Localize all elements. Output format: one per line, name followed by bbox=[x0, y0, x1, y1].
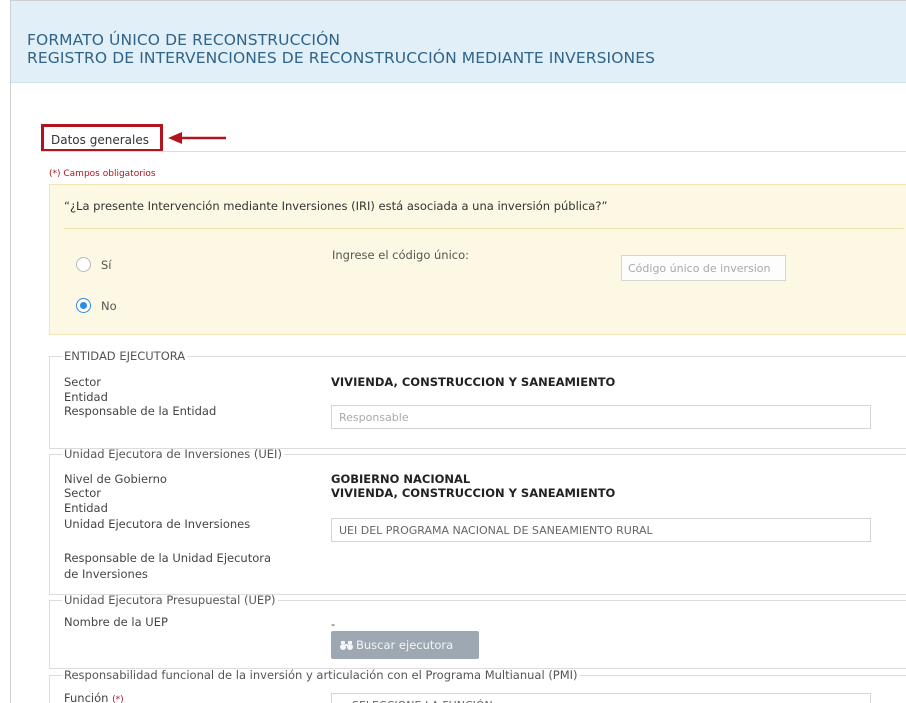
ee-sector-value: VIVIENDA, CONSTRUCCION Y SANEAMIENTO bbox=[331, 375, 616, 389]
iri-question-text: “¿La presente Intervención mediante Inve… bbox=[64, 199, 608, 213]
required-fields-note: (*) Campos obligatorios bbox=[49, 169, 156, 179]
funcion-label-text: Función bbox=[64, 691, 109, 703]
funcion-required-mark: (*) bbox=[112, 695, 124, 703]
uei-unidad-label: Unidad Ejecutora de Inversiones bbox=[64, 517, 251, 531]
arrow-pointer-icon bbox=[168, 132, 226, 144]
radio-option-si[interactable]: Sí bbox=[76, 257, 112, 272]
codigo-unico-input[interactable]: Código único de inversion bbox=[621, 255, 786, 281]
radio-si-label: Sí bbox=[101, 257, 112, 272]
iri-question-panel: “¿La presente Intervención mediante Inve… bbox=[49, 184, 906, 335]
codigo-unico-label: Ingrese el código único: bbox=[332, 248, 470, 262]
responsabilidad-funcional-legend: Responsabilidad funcional de la inversió… bbox=[64, 668, 578, 682]
ee-responsable-input[interactable]: Responsable bbox=[331, 405, 871, 429]
uep-nombre-value: - bbox=[331, 617, 336, 631]
page-header: FORMATO ÚNICO DE RECONSTRUCCIÓN REGISTRO… bbox=[11, 1, 906, 83]
funcion-label: Función (*) bbox=[64, 691, 124, 703]
tab-divider bbox=[41, 151, 906, 152]
uei-entidad-label: Entidad bbox=[64, 501, 108, 515]
ee-entidad-label: Entidad bbox=[64, 390, 108, 404]
binoculars-icon bbox=[340, 641, 353, 650]
radio-no-icon[interactable] bbox=[76, 298, 91, 313]
radio-si-icon[interactable] bbox=[76, 257, 91, 272]
ee-responsable-label: Responsable de la Entidad bbox=[64, 404, 217, 418]
form-page: FORMATO ÚNICO DE RECONSTRUCCIÓN REGISTRO… bbox=[10, 0, 906, 703]
buscar-ejecutora-button[interactable]: Buscar ejecutora bbox=[331, 631, 479, 659]
uep-legend: Unidad Ejecutora Presupuestal (UEP) bbox=[64, 593, 276, 607]
header-subtitle: REGISTRO DE INTERVENCIONES DE RECONSTRUC… bbox=[27, 49, 656, 67]
tab-datos-generales[interactable]: Datos generales bbox=[41, 124, 163, 152]
uep-nombre-label: Nombre de la UEP bbox=[64, 615, 168, 629]
uei-nivel-label: Nivel de Gobierno bbox=[64, 472, 167, 486]
radio-no-label: No bbox=[101, 298, 117, 313]
question-divider bbox=[64, 228, 904, 229]
uei-nivel-value: GOBIERNO NACIONAL bbox=[331, 472, 471, 486]
uei-unidad-input[interactable]: UEI DEL PROGRAMA NACIONAL DE SANEAMIENTO… bbox=[331, 518, 871, 542]
ee-sector-label: Sector bbox=[64, 375, 101, 389]
header-title: FORMATO ÚNICO DE RECONSTRUCCIÓN bbox=[27, 31, 341, 49]
funcion-select[interactable]: SELECCIONE LA FUNCIÓN bbox=[331, 693, 871, 703]
uei-legend: Unidad Ejecutora de Inversiones (UEI) bbox=[64, 447, 282, 461]
uei-sector-label: Sector bbox=[64, 486, 101, 500]
entidad-ejecutora-group: ENTIDAD EJECUTORA bbox=[49, 349, 906, 449]
uei-sector-value: VIVIENDA, CONSTRUCCION Y SANEAMIENTO bbox=[331, 486, 616, 500]
buscar-ejecutora-label: Buscar ejecutora bbox=[356, 638, 454, 652]
entidad-ejecutora-legend: ENTIDAD EJECUTORA bbox=[64, 349, 186, 363]
uei-responsable-label-2: de Inversiones bbox=[64, 567, 148, 581]
radio-option-no[interactable]: No bbox=[76, 298, 117, 313]
uei-responsable-label-1: Responsable de la Unidad Ejecutora bbox=[64, 551, 272, 565]
